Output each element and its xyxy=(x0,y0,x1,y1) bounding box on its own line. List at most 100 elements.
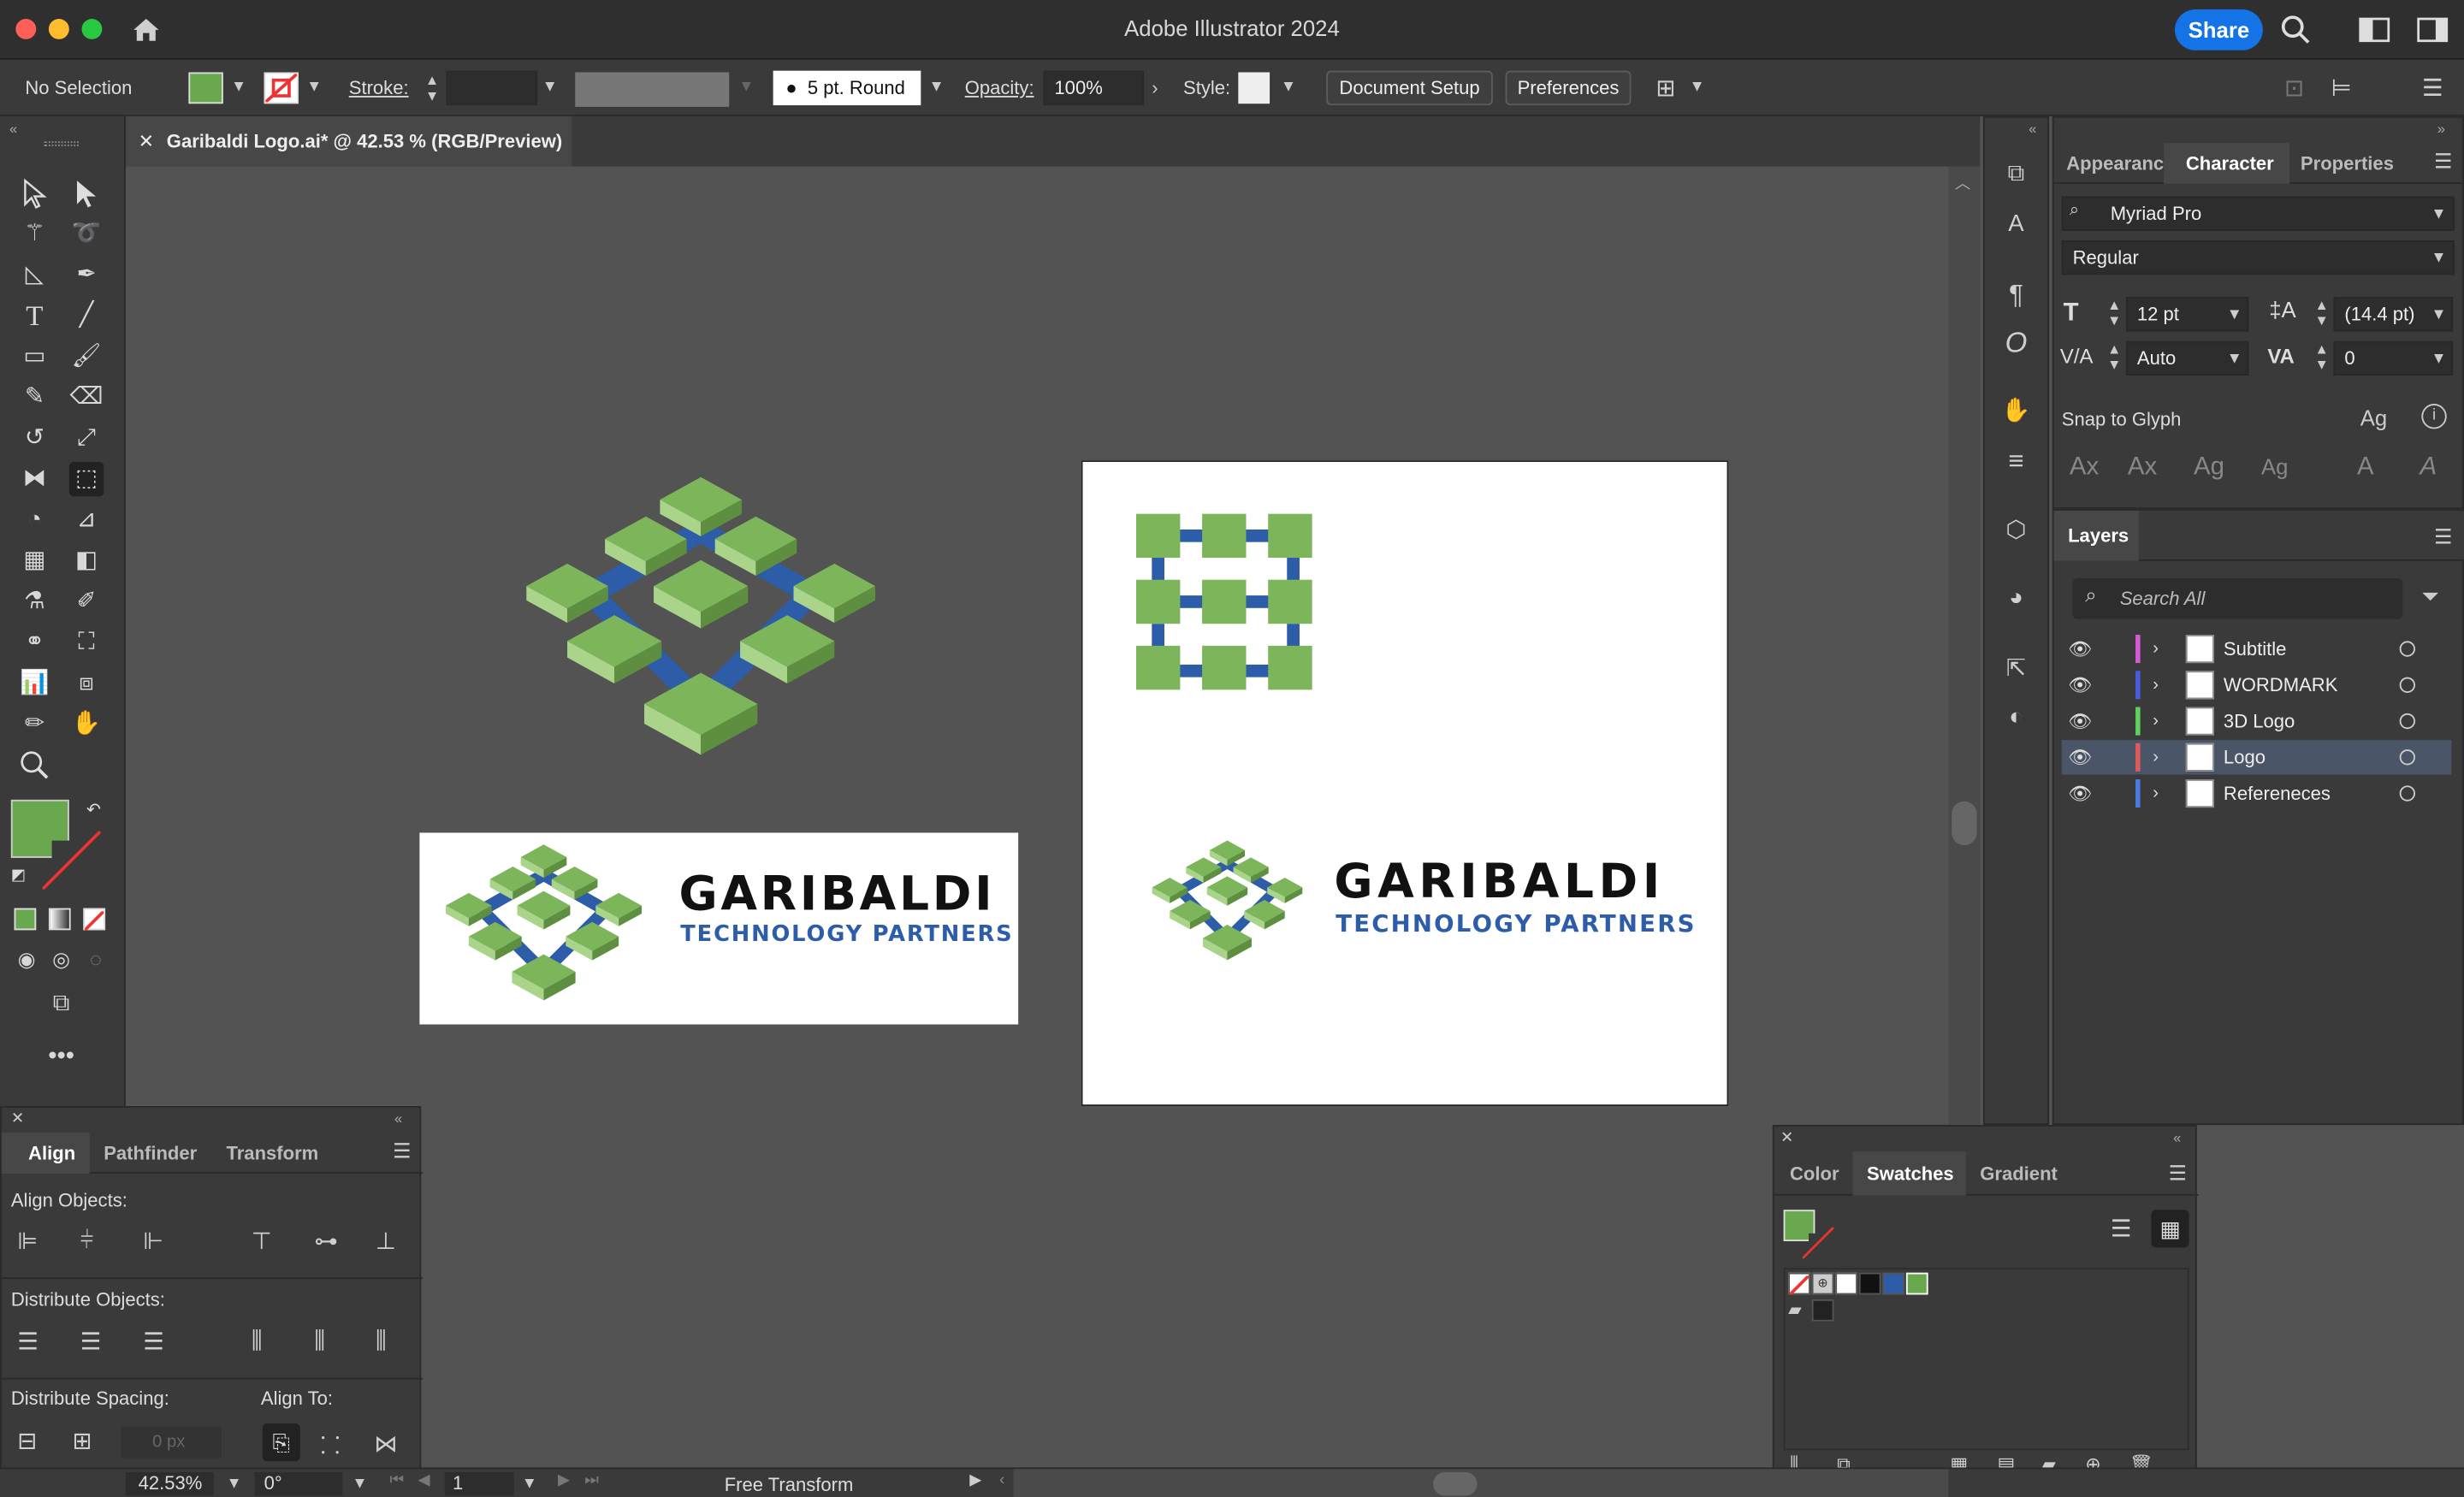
visibility-eye-icon[interactable]: 👁 xyxy=(2068,631,2092,666)
snap-bounds-icon[interactable]: Ag xyxy=(2194,454,2224,482)
layer-name[interactable]: 3D Logo xyxy=(2224,704,2295,738)
prev-artboard-icon[interactable]: ◀ xyxy=(418,1472,430,1489)
panel-toggle-icon[interactable] xyxy=(2417,17,2449,43)
rotate-tool-icon[interactable]: ↺ xyxy=(17,421,51,455)
target-circle-icon[interactable] xyxy=(2399,713,2416,730)
status-menu-icon[interactable]: ▶ xyxy=(969,1472,981,1489)
pen-tool-icon[interactable]: ✒ xyxy=(69,257,104,292)
anchor-tool-icon[interactable]: ◺ xyxy=(17,257,51,292)
snap-proximity-icon[interactable]: Ag xyxy=(2261,454,2288,479)
tab-color[interactable]: Color xyxy=(1790,1163,1839,1185)
layer-name[interactable]: Refereneces xyxy=(2224,776,2331,810)
width-tool-icon[interactable]: ⧓ xyxy=(17,462,51,496)
folder-icon[interactable]: ▰ xyxy=(1788,1299,1802,1320)
draw-behind-icon[interactable]: ◎ xyxy=(44,943,78,977)
chevron-down-icon[interactable]: ▼ xyxy=(352,1476,367,1493)
align-vcenter-icon[interactable]: ⊶ xyxy=(314,1227,338,1255)
distribute-right-icon[interactable]: ⫼ xyxy=(376,1328,387,1354)
distribute-left-icon[interactable]: ⫼ xyxy=(252,1328,263,1354)
last-artboard-icon[interactable]: ⏭ xyxy=(584,1472,599,1489)
chevron-down-icon[interactable]: ▼ xyxy=(522,1476,537,1493)
tab-appearance[interactable]: Appearanc xyxy=(2066,152,2164,175)
chevron-right-icon[interactable]: › xyxy=(2153,668,2159,702)
chevron-right-icon[interactable]: › xyxy=(2153,776,2159,810)
panel-menu-icon[interactable]: ☰ xyxy=(2169,1161,2187,1186)
zoom-field[interactable]: 42.53% xyxy=(125,1471,214,1496)
swap-colors-icon[interactable]: ↶ xyxy=(86,800,101,820)
paragraph-icon[interactable]: ¶ xyxy=(1999,280,2033,311)
close-icon[interactable]: ✕ xyxy=(1780,1130,1793,1147)
graph-tool-icon[interactable]: 📊 xyxy=(17,666,51,701)
collapse-icon[interactable]: « xyxy=(2173,1130,2181,1145)
next-artboard-icon[interactable]: ▶ xyxy=(558,1472,570,1489)
scrollbar-thumb[interactable] xyxy=(1433,1471,1478,1496)
tab-pathfinder[interactable]: Pathfinder xyxy=(104,1142,197,1164)
mesh-tool-icon[interactable]: ▦ xyxy=(17,543,51,577)
stroke-swatch[interactable] xyxy=(264,72,299,104)
chevron-right-icon[interactable]: › xyxy=(2153,631,2159,666)
layer-row[interactable]: 👁 › Subtitle xyxy=(2062,631,2452,666)
reference-image[interactable]: GARIBALDI TECHNOLOGY PARTNERS xyxy=(419,832,1019,1025)
font-family-field[interactable]: Myriad Pro xyxy=(2061,196,2455,231)
scale-tool-icon[interactable]: ⤢ xyxy=(69,421,104,455)
align-bottom-icon[interactable]: ⊥ xyxy=(376,1227,396,1255)
panel-menu-icon[interactable]: ☰ xyxy=(2434,524,2452,549)
character-styles-icon[interactable]: A xyxy=(1999,210,2033,237)
screen-mode-icon[interactable]: ⧉ xyxy=(44,986,78,1021)
flat-logo-mark[interactable] xyxy=(1135,513,1315,693)
workspace-icon[interactable] xyxy=(2359,17,2390,43)
distribute-top-icon[interactable]: ☰ xyxy=(17,1328,38,1356)
layer-row[interactable]: 👁 › 3D Logo xyxy=(2062,704,2452,738)
artboard-logo-mark[interactable] xyxy=(1140,836,1316,974)
share-button[interactable]: Share xyxy=(2174,9,2263,50)
magic-wand-icon[interactable]: ⚚ xyxy=(17,216,51,251)
fill-swatch[interactable] xyxy=(188,72,223,104)
selection-tool-icon[interactable] xyxy=(17,176,51,210)
stroke-stepper[interactable]: ▲ ▼ xyxy=(421,72,443,106)
close-icon[interactable]: ✕ xyxy=(11,1111,24,1128)
brush-definition[interactable]: ● 5 pt. Round xyxy=(773,70,921,106)
appearance-icon[interactable]: ◐ xyxy=(1999,704,2033,731)
slice-tool-icon[interactable]: ✏ xyxy=(17,707,51,742)
opacity-label[interactable]: Opacity: xyxy=(965,77,1034,99)
swatch-dark[interactable] xyxy=(1811,1299,1834,1322)
tab-properties[interactable]: Properties xyxy=(2301,152,2394,175)
chevron-down-icon[interactable]: ▼ xyxy=(1689,79,1704,96)
target-circle-icon[interactable] xyxy=(2399,677,2416,693)
align-icon[interactable]: ⊨ xyxy=(2329,74,2354,102)
tab-align[interactable]: Align xyxy=(28,1142,75,1164)
font-size-stepper[interactable]: ▲ ▼ xyxy=(2107,297,2121,328)
grip-handle[interactable] xyxy=(44,141,79,146)
gradient-mode-icon[interactable] xyxy=(48,908,71,931)
document-setup-button[interactable]: Document Setup xyxy=(1326,70,1493,106)
glyph-icon[interactable]: Ag xyxy=(2360,405,2387,430)
lasso-tool-icon[interactable]: ➰ xyxy=(69,216,104,251)
chevron-down-icon[interactable]: ▼ xyxy=(2227,351,2242,368)
chevron-down-icon[interactable]: ▼ xyxy=(2431,306,2446,323)
stroke-label[interactable]: Stroke: xyxy=(349,77,409,99)
first-artboard-icon[interactable]: ⏮ xyxy=(390,1472,405,1489)
opacity-field[interactable]: 100% xyxy=(1043,70,1145,106)
grid-view-icon[interactable]: ▦ xyxy=(2151,1210,2189,1248)
stroke-weight-field[interactable] xyxy=(446,70,538,106)
scrollbar-thumb[interactable] xyxy=(1952,801,1977,846)
default-colors-icon[interactable]: ◩ xyxy=(11,867,26,885)
target-circle-icon[interactable] xyxy=(2399,785,2416,802)
panel-menu-icon[interactable]: ☰ xyxy=(2420,74,2445,102)
scroll-left-icon[interactable]: ‹ xyxy=(999,1472,1004,1489)
chevron-down-icon[interactable]: ▼ xyxy=(928,79,944,96)
chevron-down-icon[interactable]: ▼ xyxy=(2431,351,2446,368)
tab-swatches[interactable]: Swatches xyxy=(1867,1163,1954,1185)
graphic-style-swatch[interactable] xyxy=(1238,72,1270,104)
visibility-eye-icon[interactable]: 👁 xyxy=(2068,668,2092,702)
layer-row[interactable]: 👁 › Logo xyxy=(2061,740,2452,775)
layer-row[interactable]: 👁 › Refereneces xyxy=(2062,776,2452,810)
stroke-panel-icon[interactable]: ≡ xyxy=(1999,447,2033,478)
tab-character[interactable]: Character xyxy=(2186,152,2274,175)
type-tool-icon[interactable]: T xyxy=(17,299,51,333)
3d-panel-icon[interactable]: ⬡ xyxy=(1999,515,2033,543)
chevron-down-icon[interactable]: ▼ xyxy=(226,1476,241,1493)
align-to-selection-icon[interactable]: ⸬ xyxy=(321,1429,341,1461)
layer-name[interactable]: Subtitle xyxy=(2224,631,2287,666)
eyedropper-alt-icon[interactable]: ⚗ xyxy=(17,584,51,618)
